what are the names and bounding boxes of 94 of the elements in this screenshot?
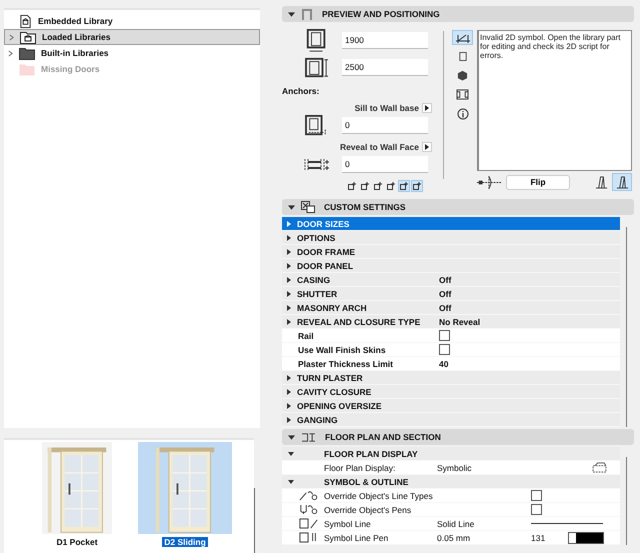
expand-icon xyxy=(287,290,291,296)
chevron-icon[interactable] xyxy=(9,34,14,40)
door-side-toggle[interactable] xyxy=(612,173,632,191)
folder-icon xyxy=(19,62,35,76)
settings-grid-icon xyxy=(301,201,315,213)
line-type-icon xyxy=(299,490,319,501)
expand-icon xyxy=(287,416,291,422)
dropdown-button[interactable] xyxy=(422,103,432,113)
settings-row[interactable]: DOOR PANEL xyxy=(282,259,620,273)
settings-row[interactable]: Plaster Thickness Limit 40 xyxy=(282,357,620,371)
settings-row[interactable]: Floor Plan Display: Symbolic xyxy=(282,461,620,475)
section-header[interactable]: CUSTOM SETTINGS xyxy=(282,199,634,215)
floor-plan-icon xyxy=(301,432,316,442)
settings-row[interactable]: Use Wall Finish Skins xyxy=(282,343,620,357)
settings-row[interactable]: SYMBOL & OUTLINE xyxy=(282,475,620,489)
collapse-icon xyxy=(288,480,294,484)
checkbox[interactable] xyxy=(531,490,542,501)
scrollbar[interactable] xyxy=(626,227,627,427)
settings-row[interactable]: DOOR SIZES xyxy=(282,217,620,231)
checkbox[interactable] xyxy=(439,344,450,355)
anchor-button[interactable] xyxy=(398,180,410,192)
sill-field[interactable]: 0 xyxy=(342,117,428,134)
expand-icon xyxy=(287,276,291,282)
height-field[interactable]: 2500 xyxy=(342,59,428,76)
settings-row[interactable]: REVEAL AND CLOSURE TYPE No Reveal xyxy=(282,315,620,329)
expand-icon xyxy=(287,234,291,240)
pen-icon xyxy=(299,532,319,543)
section-icon xyxy=(456,89,469,100)
width-field[interactable]: 1900 xyxy=(342,32,428,49)
anchors-label: Anchors: xyxy=(282,86,320,96)
expand-icon xyxy=(287,388,291,394)
expand-icon xyxy=(287,402,291,408)
document-icon xyxy=(19,14,32,28)
anchor-button[interactable] xyxy=(411,180,423,192)
settings-row[interactable]: OPTIONS xyxy=(282,231,620,245)
plan-display-icon[interactable] xyxy=(592,462,607,473)
door-icon xyxy=(301,8,313,20)
scrollbar[interactable] xyxy=(626,457,627,545)
section-header[interactable]: PREVIEW AND POSITIONING xyxy=(282,6,634,22)
anchor-button[interactable] xyxy=(385,180,397,192)
door-thumbnail[interactable]: D2 Sliding xyxy=(138,442,232,553)
library-tree-item[interactable]: Built-in Libraries xyxy=(4,45,260,61)
info-icon xyxy=(456,108,468,120)
settings-row[interactable]: CASING Off xyxy=(282,273,620,287)
collapse-icon xyxy=(288,12,295,16)
pen-color-swatch[interactable] xyxy=(568,532,604,544)
settings-row[interactable]: GANGING xyxy=(282,413,620,427)
plan-view-tab[interactable] xyxy=(452,30,473,45)
library-tree-item[interactable]: Loaded Libraries xyxy=(4,29,260,45)
line-icon xyxy=(299,518,319,529)
expand-icon xyxy=(287,318,291,324)
settings-row[interactable]: MASONRY ARCH Off xyxy=(282,301,620,315)
collapse-icon xyxy=(288,204,295,210)
door-thumbnail[interactable]: D1 Pocket xyxy=(42,442,112,553)
plan-view-icon xyxy=(454,32,470,44)
section-header[interactable]: FLOOR PLAN AND SECTION xyxy=(282,429,634,445)
mirror-swing-icon[interactable] xyxy=(476,176,502,188)
scrollbar[interactable] xyxy=(254,488,255,553)
door-elevation-icon xyxy=(458,51,466,62)
expand-icon xyxy=(287,304,291,310)
anchor-button[interactable] xyxy=(372,180,384,192)
folder-icon xyxy=(20,30,36,44)
chevron-icon[interactable] xyxy=(8,50,13,56)
sill-label: Sill to Wall base xyxy=(354,103,419,113)
pen-icon xyxy=(299,504,319,515)
preview-message: Invalid 2D symbol. Open the library part for editing and check its 2D script for errors. xyxy=(477,30,632,171)
settings-row[interactable]: FLOOR PLAN DISPLAY xyxy=(282,447,620,461)
expand-icon xyxy=(287,262,291,268)
settings-row[interactable]: SHUTTER Off xyxy=(282,287,620,301)
dropdown-button[interactable] xyxy=(422,142,432,152)
expand-icon xyxy=(287,248,291,254)
settings-row[interactable]: Symbol Line Pen 0.05 mm 131 xyxy=(282,531,620,545)
anchor-button[interactable] xyxy=(359,180,371,192)
collapse-icon xyxy=(288,434,295,440)
settings-row[interactable]: OPENING OVERSIZE xyxy=(282,399,620,413)
library-tree-item[interactable]: Embedded Library xyxy=(4,13,260,29)
anchor-button[interactable] xyxy=(346,180,358,192)
reveal-field[interactable]: 0 xyxy=(342,156,428,173)
flip-button[interactable]: Flip xyxy=(506,174,570,190)
settings-row[interactable]: Symbol Line Solid Line xyxy=(282,517,620,531)
settings-row[interactable]: Override Object's Line Types xyxy=(282,489,620,503)
settings-row[interactable]: Override Object's Pens xyxy=(282,503,620,517)
reveal-label: Reveal to Wall Face xyxy=(340,142,419,152)
settings-row[interactable]: CAVITY CLOSURE xyxy=(282,385,620,399)
checkbox[interactable] xyxy=(439,330,450,341)
checkbox[interactable] xyxy=(531,504,542,515)
cube-icon xyxy=(457,70,468,81)
settings-row[interactable]: DOOR FRAME xyxy=(282,245,620,259)
settings-row[interactable]: Rail xyxy=(282,329,620,343)
settings-row[interactable]: TURN PLASTER xyxy=(282,371,620,385)
expand-icon xyxy=(287,374,291,380)
collapse-icon xyxy=(288,452,294,456)
reveal-anchor-icon xyxy=(302,156,332,172)
expand-icon xyxy=(287,220,291,226)
